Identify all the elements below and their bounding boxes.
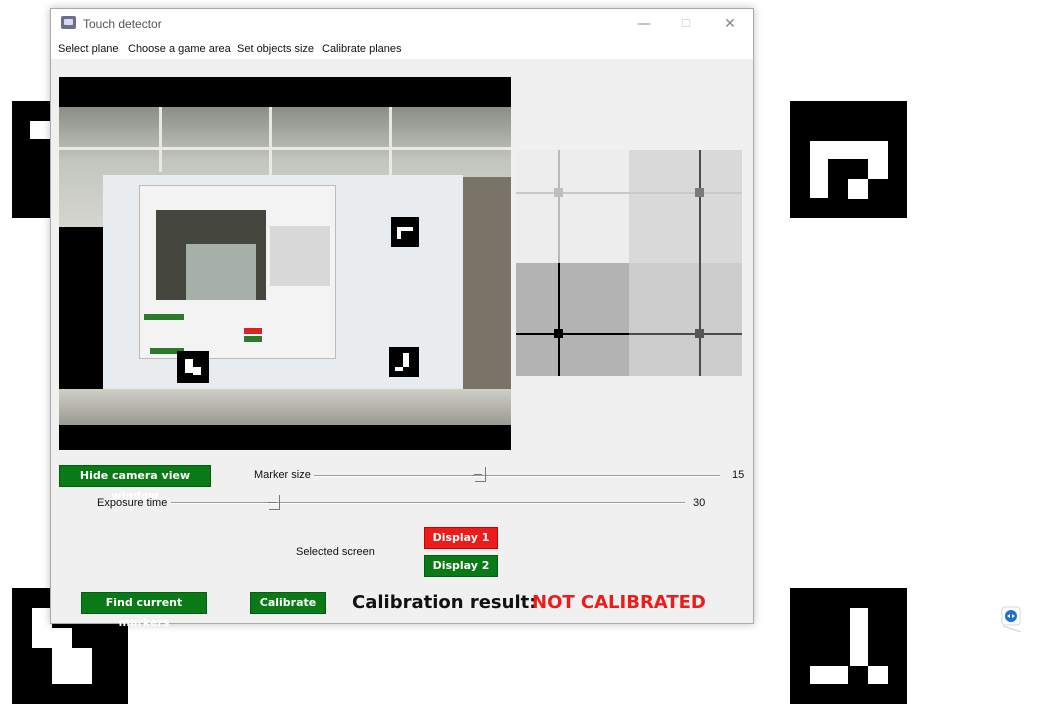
window-title: Touch detector	[83, 17, 162, 31]
calibration-result-label: Calibration result:	[352, 592, 537, 613]
menu-select-plane[interactable]: Select plane	[58, 43, 119, 55]
camera-marker-tr	[391, 217, 419, 247]
camera-marker-br	[389, 347, 419, 377]
maximize-button[interactable]: ☐	[671, 13, 701, 35]
marker-size-slider-thumb[interactable]	[474, 467, 486, 482]
aruco-marker-top-left	[12, 101, 50, 218]
minimize-button[interactable]: —	[629, 13, 659, 35]
close-button[interactable]: ✕	[715, 13, 745, 35]
grid-point-top-right	[695, 188, 704, 197]
title-bar: Touch detector — ☐ ✕	[51, 9, 753, 39]
grid-point-bottom-left	[554, 329, 563, 338]
marker-size-slider[interactable]	[314, 475, 720, 477]
menu-choose-game-area[interactable]: Choose a game area	[128, 43, 231, 55]
exposure-time-slider-thumb[interactable]	[268, 495, 280, 510]
camera-floor	[59, 389, 511, 425]
app-icon	[61, 16, 76, 29]
marker-size-value: 15	[732, 469, 745, 481]
calibration-grid-view	[516, 150, 742, 376]
exposure-time-label: Exposure time	[97, 497, 168, 509]
aruco-marker-bottom-right	[790, 588, 907, 704]
camera-door	[463, 177, 511, 407]
exposure-time-slider[interactable]	[171, 502, 685, 504]
projected-window	[139, 185, 336, 359]
selected-screen-label: Selected screen	[296, 546, 375, 558]
display-1-button[interactable]: Display 1	[424, 527, 498, 549]
marker-size-label: Marker size	[254, 469, 311, 481]
hide-camera-view-button[interactable]: Hide camera view window	[59, 465, 211, 502]
display-2-button[interactable]: Display 2	[424, 555, 498, 577]
menu-bar: Select plane Choose a game area Set obje…	[51, 39, 753, 59]
menu-set-objects-size[interactable]: Set objects size	[237, 43, 314, 55]
camera-marker-bl	[177, 351, 209, 383]
camera-view	[59, 77, 511, 450]
calibration-result-value: NOT CALIBRATED	[532, 592, 706, 613]
find-current-markers-button[interactable]: Find current markers	[81, 592, 207, 629]
menu-calibrate-planes[interactable]: Calibrate planes	[322, 43, 402, 55]
exposure-time-value: 30	[693, 497, 706, 509]
grid-point-bottom-right	[695, 329, 704, 338]
grid-point-top-left	[554, 188, 563, 197]
teamviewer-icon[interactable]	[1001, 606, 1023, 633]
aruco-marker-top-right	[790, 101, 907, 218]
calibrate-button[interactable]: Calibrate	[250, 592, 326, 614]
